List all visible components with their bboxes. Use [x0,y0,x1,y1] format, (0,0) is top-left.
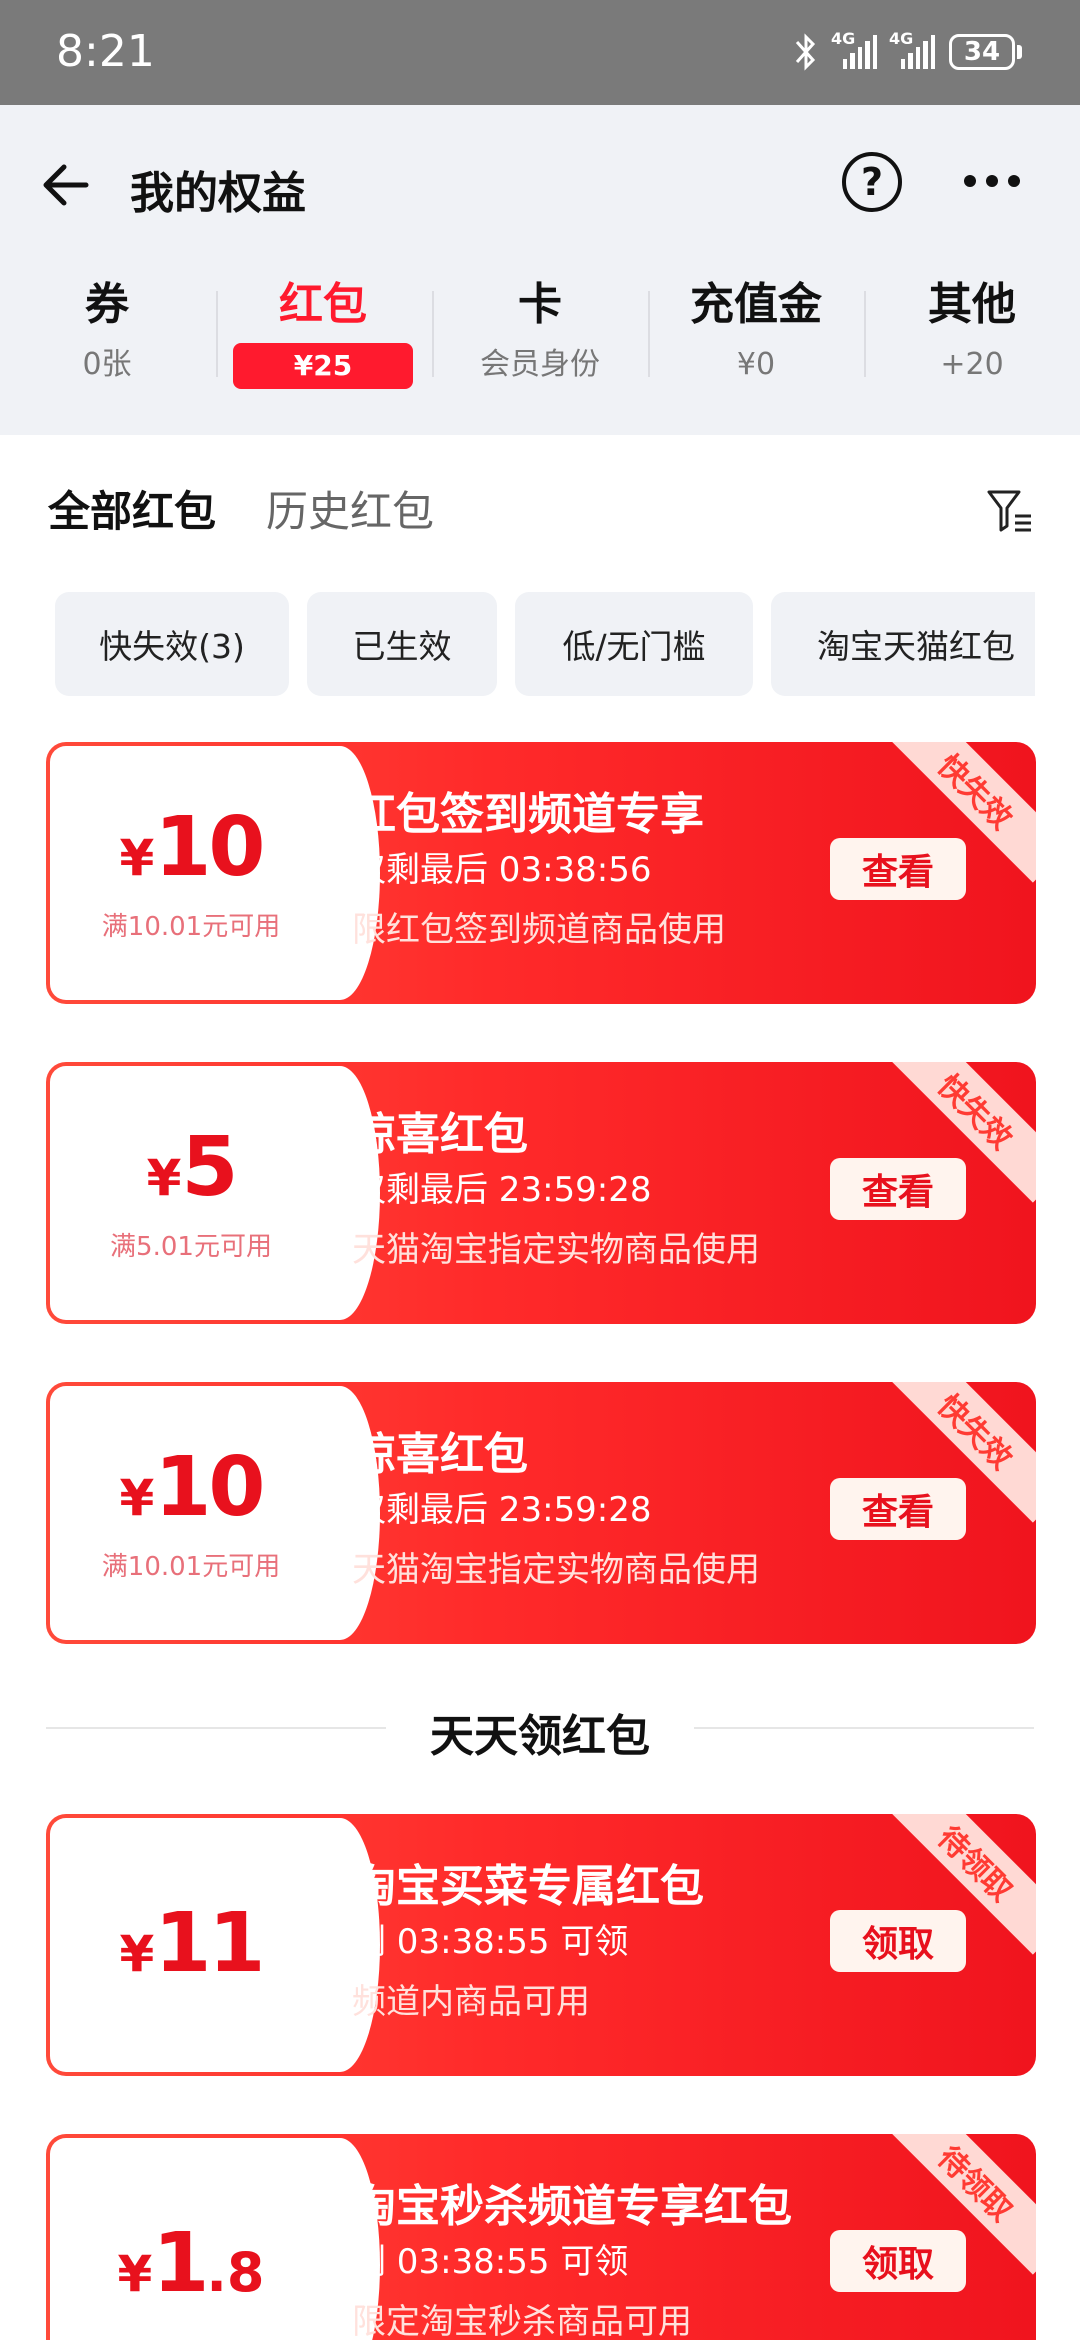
coupon-amount: ¥11 [119,1896,266,1991]
status-bar: 8:21 4G 4G 34 [0,0,1080,105]
header: 我的权益 ? 券 0张 红包 ¥25 卡 会员身份 充值金 ¥0 其他 +20 [0,105,1080,435]
coupon-description: 天猫淘宝指定实物商品使用 [352,1230,760,1270]
bluetooth-icon [795,33,816,71]
coupon-title: 惊喜红包 [352,1109,528,1160]
chip-active[interactable]: 已生效 [307,592,497,696]
coupon-countdown: 剩 03:38:55 可领 [352,1922,629,1962]
view-button[interactable]: 查看 [830,1478,966,1540]
sub-tabs: 全部红包 历史红包 [48,478,434,539]
question-circle-icon[interactable]: ? [842,152,902,212]
chip-expiring[interactable]: 快失效(3) [55,592,289,696]
coupon-title: 红包签到频道专享 [352,789,704,840]
tab-card[interactable]: 卡 会员身份 [440,273,640,385]
coupon-title: 惊喜红包 [352,1429,528,1480]
coupon-description: 天猫淘宝指定实物商品使用 [352,1550,760,1590]
tab-all-red-packets[interactable]: 全部红包 [48,478,216,539]
daily-coupon-card[interactable]: ¥1.8 淘宝秒杀频道专享红包 剩 03:38:55 可领 限定淘宝秒杀商品可用… [46,2134,1036,2340]
coupon-condition: 满5.01元可用 [110,1232,272,1262]
view-button[interactable]: 查看 [830,1158,966,1220]
coupon-title: 淘宝秒杀频道专享红包 [352,2181,792,2232]
tab-coupon[interactable]: 券 0张 [7,273,207,385]
coupon-amount: ¥1.8 [117,2216,265,2311]
filter-icon[interactable] [985,486,1035,536]
coupon-card[interactable]: ¥5 满5.01元可用 惊喜红包 仅剩最后 23:59:28 天猫淘宝指定实物商… [46,1062,1036,1324]
tab-other[interactable]: 其他 +20 [872,273,1072,385]
signal-icon: 4G [831,29,878,69]
red-packet-total-badge: ¥25 [233,343,413,389]
tab-recharge[interactable]: 充值金 ¥0 [656,273,856,385]
more-dots-icon[interactable] [964,175,1020,187]
coupon-description: 频道内商品可用 [352,1982,590,2022]
section-divider-right [694,1727,1034,1729]
view-button[interactable]: 查看 [830,838,966,900]
status-time: 8:21 [56,26,155,77]
coupon-card[interactable]: ¥10 满10.01元可用 惊喜红包 仅剩最后 23:59:28 天猫淘宝指定实… [46,1382,1036,1644]
coupon-card[interactable]: ¥10 满10.01元可用 红包签到频道专享 仅剩最后 03:38:56 限红包… [46,742,1036,1004]
claim-button[interactable]: 领取 [830,1910,966,1972]
chip-low-threshold[interactable]: 低/无门槛 [515,592,753,696]
chip-taobao-tmall[interactable]: 淘宝天猫红包 [771,592,1035,696]
coupon-description: 限红包签到频道商品使用 [352,910,726,950]
coupon-countdown: 剩 03:38:55 可领 [352,2242,629,2282]
battery-icon: 34 [949,34,1022,70]
coupon-condition: 满10.01元可用 [101,1552,281,1582]
signal-icon-2: 4G [889,29,936,69]
coupon-title: 淘宝买菜专属红包 [352,1861,704,1912]
coupon-countdown: 仅剩最后 23:59:28 [352,1490,652,1530]
tab-red-packet[interactable]: 红包 ¥25 [223,273,423,389]
coupon-description: 限定淘宝秒杀商品可用 [352,2302,692,2340]
tab-history-red-packets[interactable]: 历史红包 [266,478,434,539]
filter-chips: 快失效(3) 已生效 低/无门槛 淘宝天猫红包 [55,592,1035,696]
back-arrow-icon[interactable] [38,157,94,213]
page-title: 我的权益 [130,168,306,219]
coupon-amount: ¥10 [119,800,266,895]
status-icons: 4G 4G 34 [793,29,1022,72]
coupon-condition: 满10.01元可用 [101,912,281,942]
section-title: 天天领红包 [430,1711,650,1762]
category-tabs: 券 0张 红包 ¥25 卡 会员身份 充值金 ¥0 其他 +20 [0,273,1080,403]
claim-button[interactable]: 领取 [830,2230,966,2292]
coupon-countdown: 仅剩最后 23:59:28 [352,1170,652,1210]
coupon-amount: ¥10 [119,1440,266,1535]
coupon-countdown: 仅剩最后 03:38:56 [352,850,652,890]
daily-coupon-card[interactable]: ¥11 淘宝买菜专属红包 剩 03:38:55 可领 频道内商品可用 领取 待领… [46,1814,1036,2076]
coupon-amount: ¥5 [146,1120,239,1215]
